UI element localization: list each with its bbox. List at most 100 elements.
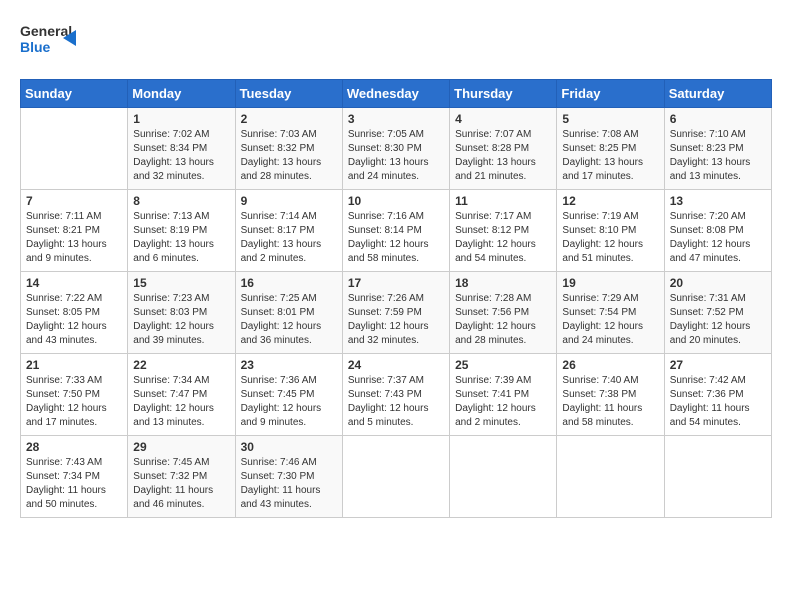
- day-number: 28: [26, 440, 122, 454]
- day-number: 7: [26, 194, 122, 208]
- day-number: 12: [562, 194, 658, 208]
- calendar-cell: 30 Sunrise: 7:46 AMSunset: 7:30 PMDaylig…: [235, 436, 342, 518]
- calendar-cell: 5 Sunrise: 7:08 AMSunset: 8:25 PMDayligh…: [557, 108, 664, 190]
- calendar-cell: [450, 436, 557, 518]
- day-number: 3: [348, 112, 444, 126]
- day-detail: Sunrise: 7:34 AMSunset: 7:47 PMDaylight:…: [133, 375, 214, 428]
- day-number: 26: [562, 358, 658, 372]
- day-detail: Sunrise: 7:22 AMSunset: 8:05 PMDaylight:…: [26, 293, 107, 346]
- day-detail: Sunrise: 7:10 AMSunset: 8:23 PMDaylight:…: [670, 129, 751, 182]
- calendar-cell: 25 Sunrise: 7:39 AMSunset: 7:41 PMDaylig…: [450, 354, 557, 436]
- calendar-cell: 29 Sunrise: 7:45 AMSunset: 7:32 PMDaylig…: [128, 436, 235, 518]
- weekday-header-friday: Friday: [557, 80, 664, 108]
- calendar-cell: 10 Sunrise: 7:16 AMSunset: 8:14 PMDaylig…: [342, 190, 449, 272]
- calendar-cell: [664, 436, 771, 518]
- day-number: 6: [670, 112, 766, 126]
- calendar-cell: 9 Sunrise: 7:14 AMSunset: 8:17 PMDayligh…: [235, 190, 342, 272]
- calendar-cell: 22 Sunrise: 7:34 AMSunset: 7:47 PMDaylig…: [128, 354, 235, 436]
- day-number: 23: [241, 358, 337, 372]
- day-number: 24: [348, 358, 444, 372]
- day-number: 2: [241, 112, 337, 126]
- day-detail: Sunrise: 7:17 AMSunset: 8:12 PMDaylight:…: [455, 211, 536, 264]
- calendar-cell: 1 Sunrise: 7:02 AMSunset: 8:34 PMDayligh…: [128, 108, 235, 190]
- day-detail: Sunrise: 7:43 AMSunset: 7:34 PMDaylight:…: [26, 457, 106, 510]
- calendar-cell: 6 Sunrise: 7:10 AMSunset: 8:23 PMDayligh…: [664, 108, 771, 190]
- logo-area: General Blue: [20, 18, 80, 67]
- day-number: 15: [133, 276, 229, 290]
- weekday-header-row: SundayMondayTuesdayWednesdayThursdayFrid…: [21, 80, 772, 108]
- weekday-header-sunday: Sunday: [21, 80, 128, 108]
- day-detail: Sunrise: 7:05 AMSunset: 8:30 PMDaylight:…: [348, 129, 429, 182]
- day-detail: Sunrise: 7:39 AMSunset: 7:41 PMDaylight:…: [455, 375, 536, 428]
- day-detail: Sunrise: 7:33 AMSunset: 7:50 PMDaylight:…: [26, 375, 107, 428]
- day-detail: Sunrise: 7:46 AMSunset: 7:30 PMDaylight:…: [241, 457, 321, 510]
- calendar-cell: 8 Sunrise: 7:13 AMSunset: 8:19 PMDayligh…: [128, 190, 235, 272]
- day-detail: Sunrise: 7:07 AMSunset: 8:28 PMDaylight:…: [455, 129, 536, 182]
- day-detail: Sunrise: 7:37 AMSunset: 7:43 PMDaylight:…: [348, 375, 429, 428]
- day-detail: Sunrise: 7:08 AMSunset: 8:25 PMDaylight:…: [562, 129, 643, 182]
- calendar-cell: 26 Sunrise: 7:40 AMSunset: 7:38 PMDaylig…: [557, 354, 664, 436]
- day-number: 1: [133, 112, 229, 126]
- day-detail: Sunrise: 7:28 AMSunset: 7:56 PMDaylight:…: [455, 293, 536, 346]
- day-number: 11: [455, 194, 551, 208]
- day-detail: Sunrise: 7:25 AMSunset: 8:01 PMDaylight:…: [241, 293, 322, 346]
- day-number: 25: [455, 358, 551, 372]
- calendar-cell: 17 Sunrise: 7:26 AMSunset: 7:59 PMDaylig…: [342, 272, 449, 354]
- calendar-table: SundayMondayTuesdayWednesdayThursdayFrid…: [20, 79, 772, 518]
- day-number: 30: [241, 440, 337, 454]
- weekday-header-saturday: Saturday: [664, 80, 771, 108]
- day-detail: Sunrise: 7:31 AMSunset: 7:52 PMDaylight:…: [670, 293, 751, 346]
- weekday-header-thursday: Thursday: [450, 80, 557, 108]
- week-row-4: 21 Sunrise: 7:33 AMSunset: 7:50 PMDaylig…: [21, 354, 772, 436]
- day-number: 8: [133, 194, 229, 208]
- day-detail: Sunrise: 7:16 AMSunset: 8:14 PMDaylight:…: [348, 211, 429, 264]
- calendar-cell: 16 Sunrise: 7:25 AMSunset: 8:01 PMDaylig…: [235, 272, 342, 354]
- day-number: 21: [26, 358, 122, 372]
- calendar-cell: 19 Sunrise: 7:29 AMSunset: 7:54 PMDaylig…: [557, 272, 664, 354]
- day-detail: Sunrise: 7:23 AMSunset: 8:03 PMDaylight:…: [133, 293, 214, 346]
- logo: General Blue: [20, 18, 80, 67]
- day-number: 14: [26, 276, 122, 290]
- page: General Blue SundayMondayTuesdayWednesda…: [0, 0, 792, 612]
- day-number: 4: [455, 112, 551, 126]
- day-number: 29: [133, 440, 229, 454]
- calendar-cell: 12 Sunrise: 7:19 AMSunset: 8:10 PMDaylig…: [557, 190, 664, 272]
- week-row-5: 28 Sunrise: 7:43 AMSunset: 7:34 PMDaylig…: [21, 436, 772, 518]
- calendar-cell: 27 Sunrise: 7:42 AMSunset: 7:36 PMDaylig…: [664, 354, 771, 436]
- day-detail: Sunrise: 7:40 AMSunset: 7:38 PMDaylight:…: [562, 375, 642, 428]
- day-detail: Sunrise: 7:42 AMSunset: 7:36 PMDaylight:…: [670, 375, 750, 428]
- calendar-cell: [342, 436, 449, 518]
- day-detail: Sunrise: 7:13 AMSunset: 8:19 PMDaylight:…: [133, 211, 214, 264]
- calendar-cell: 15 Sunrise: 7:23 AMSunset: 8:03 PMDaylig…: [128, 272, 235, 354]
- day-detail: Sunrise: 7:02 AMSunset: 8:34 PMDaylight:…: [133, 129, 214, 182]
- day-number: 17: [348, 276, 444, 290]
- calendar-cell: 24 Sunrise: 7:37 AMSunset: 7:43 PMDaylig…: [342, 354, 449, 436]
- day-detail: Sunrise: 7:03 AMSunset: 8:32 PMDaylight:…: [241, 129, 322, 182]
- day-number: 18: [455, 276, 551, 290]
- top-section: General Blue: [20, 18, 772, 67]
- day-detail: Sunrise: 7:45 AMSunset: 7:32 PMDaylight:…: [133, 457, 213, 510]
- week-row-2: 7 Sunrise: 7:11 AMSunset: 8:21 PMDayligh…: [21, 190, 772, 272]
- day-number: 20: [670, 276, 766, 290]
- day-detail: Sunrise: 7:19 AMSunset: 8:10 PMDaylight:…: [562, 211, 643, 264]
- day-detail: Sunrise: 7:20 AMSunset: 8:08 PMDaylight:…: [670, 211, 751, 264]
- calendar-cell: 20 Sunrise: 7:31 AMSunset: 7:52 PMDaylig…: [664, 272, 771, 354]
- day-number: 27: [670, 358, 766, 372]
- day-number: 10: [348, 194, 444, 208]
- day-number: 16: [241, 276, 337, 290]
- calendar-cell: 11 Sunrise: 7:17 AMSunset: 8:12 PMDaylig…: [450, 190, 557, 272]
- week-row-1: 1 Sunrise: 7:02 AMSunset: 8:34 PMDayligh…: [21, 108, 772, 190]
- weekday-header-tuesday: Tuesday: [235, 80, 342, 108]
- calendar-cell: 2 Sunrise: 7:03 AMSunset: 8:32 PMDayligh…: [235, 108, 342, 190]
- weekday-header-monday: Monday: [128, 80, 235, 108]
- day-detail: Sunrise: 7:29 AMSunset: 7:54 PMDaylight:…: [562, 293, 643, 346]
- day-number: 22: [133, 358, 229, 372]
- calendar-cell: 3 Sunrise: 7:05 AMSunset: 8:30 PMDayligh…: [342, 108, 449, 190]
- day-number: 13: [670, 194, 766, 208]
- weekday-header-wednesday: Wednesday: [342, 80, 449, 108]
- svg-text:Blue: Blue: [20, 39, 51, 55]
- day-detail: Sunrise: 7:11 AMSunset: 8:21 PMDaylight:…: [26, 211, 107, 264]
- calendar-cell: 21 Sunrise: 7:33 AMSunset: 7:50 PMDaylig…: [21, 354, 128, 436]
- calendar-cell: 23 Sunrise: 7:36 AMSunset: 7:45 PMDaylig…: [235, 354, 342, 436]
- calendar-cell: [21, 108, 128, 190]
